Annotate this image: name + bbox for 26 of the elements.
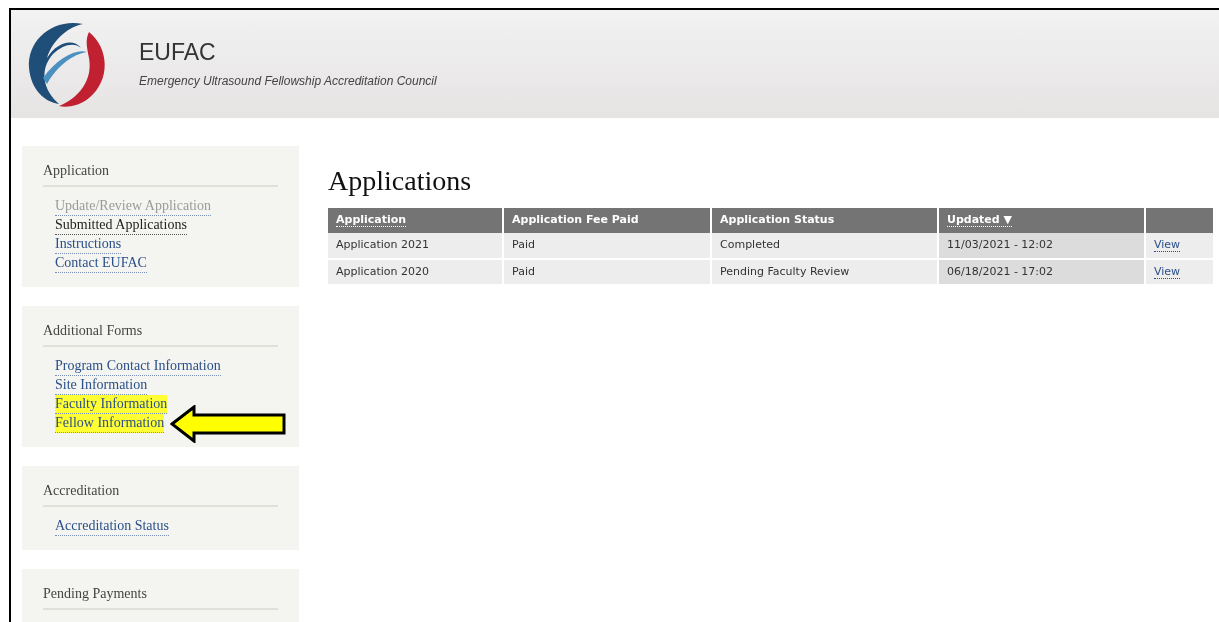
- table-cell: Pending Faculty Review: [711, 259, 938, 285]
- column-header[interactable]: Application: [328, 208, 503, 233]
- table-cell: 11/03/2021 - 12:02: [938, 233, 1145, 259]
- panel-heading: Accreditation: [43, 480, 278, 507]
- panel-heading: Additional Forms: [43, 320, 278, 347]
- sidebar-link[interactable]: Instructions: [55, 235, 122, 254]
- table-cell: Application 2021: [328, 233, 503, 259]
- site-subtitle: Emergency Ultrasound Fellowship Accreditation Council: [139, 73, 437, 90]
- table-cell: Completed: [711, 233, 938, 259]
- page-title: Applications: [328, 164, 473, 198]
- table-cell: Paid: [503, 259, 711, 285]
- sidebar-link[interactable]: Faculty Information: [55, 395, 168, 414]
- column-header[interactable]: Updated ▼: [938, 208, 1145, 233]
- site-title: EUFAC: [139, 38, 217, 66]
- column-header: Application Fee Paid: [503, 208, 711, 233]
- table-cell: Application 2020: [328, 259, 503, 285]
- panel-heading: Application: [43, 160, 278, 187]
- column-header: Application Status: [711, 208, 938, 233]
- table-cell: 06/18/2021 - 17:02: [938, 259, 1145, 285]
- sidebar-link[interactable]: Program Contact Information: [55, 357, 221, 376]
- sidebar-link[interactable]: Fellow Information: [55, 414, 165, 433]
- sidebar-link[interactable]: Contact EUFAC: [55, 254, 147, 273]
- sidebar-link[interactable]: Submitted Applications: [55, 216, 187, 235]
- panel-heading: Pending Payments: [43, 583, 278, 610]
- sidebar-link[interactable]: Accreditation Status: [55, 517, 169, 536]
- table-cell: Paid: [503, 233, 711, 259]
